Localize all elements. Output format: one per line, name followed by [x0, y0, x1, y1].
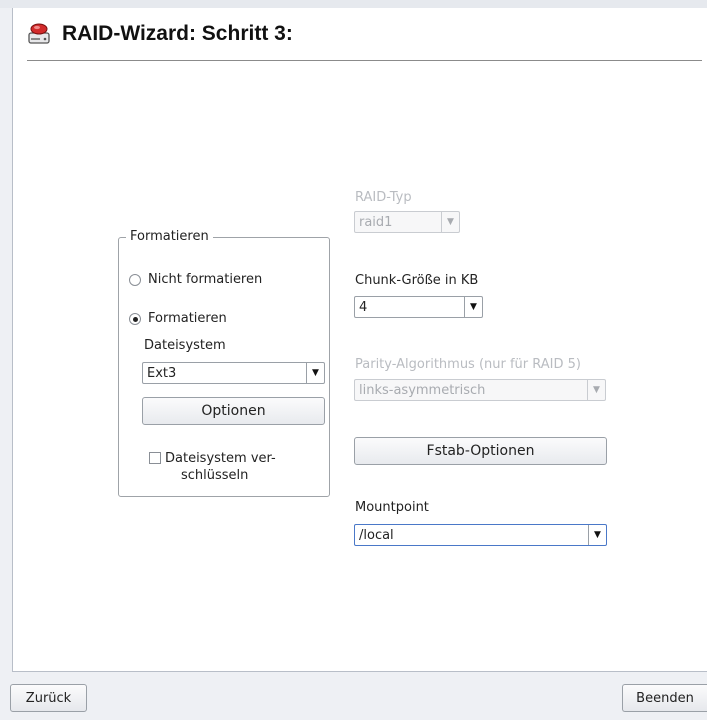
window-top-band: [0, 0, 707, 8]
raid-type-label: RAID-Typ: [355, 190, 412, 205]
harddisk-icon: [28, 23, 50, 44]
mountpoint-label: Mountpoint: [355, 500, 429, 515]
chevron-down-icon[interactable]: ▼: [306, 363, 324, 383]
raid-type-value: raid1: [359, 214, 393, 230]
footer-bar: [0, 672, 707, 720]
encrypt-label-line2: schlüsseln: [181, 468, 249, 483]
chevron-down-icon: ▼: [587, 380, 605, 400]
parity-value: links-asymmetrisch: [359, 382, 486, 398]
finish-button-label: Beenden: [636, 690, 694, 706]
filesystem-label: Dateisystem: [144, 338, 226, 353]
options-button[interactable]: Optionen: [142, 397, 325, 425]
mountpoint-combobox[interactable]: /local ▼: [354, 524, 607, 546]
raid-type-combobox: raid1 ▼: [354, 211, 460, 233]
encrypt-checkbox[interactable]: [149, 452, 161, 464]
fstab-options-button[interactable]: Fstab-Optionen: [354, 437, 607, 465]
finish-button[interactable]: Beenden: [622, 684, 707, 712]
filesystem-value: Ext3: [147, 365, 177, 381]
encrypt-checkbox-row[interactable]: Dateisystem ver- schlüsseln: [149, 450, 276, 484]
format-group-legend: Formatieren: [126, 229, 213, 244]
chunk-size-value: 4: [359, 299, 368, 315]
filesystem-combobox[interactable]: Ext3 ▼: [142, 362, 325, 384]
chevron-down-icon: ▼: [441, 212, 459, 232]
parity-combobox: links-asymmetrisch ▼: [354, 379, 606, 401]
mountpoint-input[interactable]: /local: [355, 528, 588, 543]
radio-format[interactable]: Formatieren: [129, 311, 227, 326]
chevron-down-icon[interactable]: ▼: [464, 297, 482, 317]
chevron-down-icon[interactable]: ▼: [588, 525, 606, 545]
wizard-panel: [12, 8, 707, 672]
back-button-label: Zurück: [25, 690, 72, 706]
chunk-size-label: Chunk-Größe in KB: [355, 273, 479, 288]
radio-no-format-indicator[interactable]: [129, 273, 141, 286]
radio-format-label: Formatieren: [148, 311, 227, 326]
back-button[interactable]: Zurück: [10, 684, 87, 712]
encrypt-label-line1: Dateisystem ver-: [165, 451, 276, 466]
options-button-label: Optionen: [201, 403, 266, 419]
parity-label: Parity-Algorithmus (nur für RAID 5): [355, 357, 581, 372]
page-title: RAID-Wizard: Schritt 3:: [62, 22, 293, 45]
radio-no-format-label: Nicht formatieren: [148, 272, 263, 287]
header: RAID-Wizard: Schritt 3:: [26, 19, 293, 49]
fstab-options-label: Fstab-Optionen: [426, 443, 535, 459]
chunk-size-combobox[interactable]: 4 ▼: [354, 296, 483, 318]
radio-no-format[interactable]: Nicht formatieren: [129, 272, 262, 287]
radio-format-indicator[interactable]: [129, 312, 141, 325]
title-divider: [27, 60, 702, 61]
encrypt-label: Dateisystem ver- schlüsseln: [165, 450, 276, 484]
